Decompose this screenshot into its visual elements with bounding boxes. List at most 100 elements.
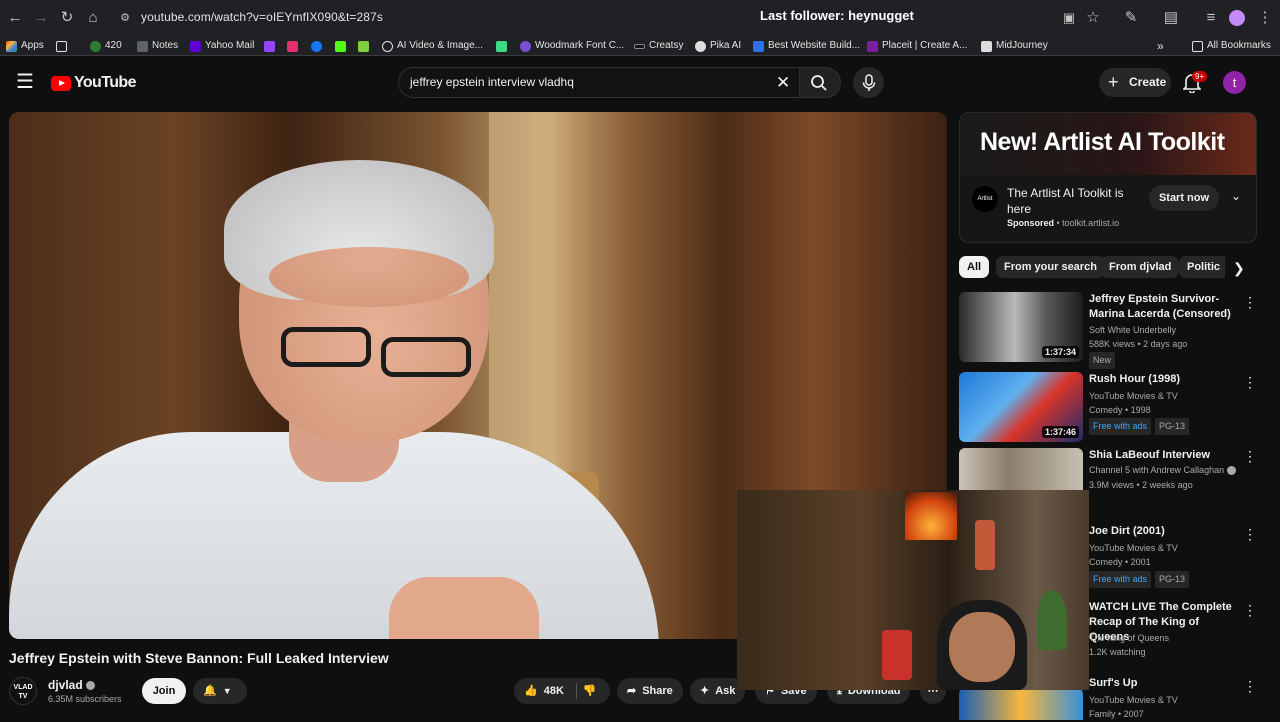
extensions-icon[interactable]: ✎ <box>1122 9 1140 27</box>
join-button[interactable]: Join <box>142 678 186 704</box>
bookmark-apps[interactable]: Apps <box>6 39 44 53</box>
bookmark-yahoo-mail[interactable]: Yahoo Mail <box>190 39 254 53</box>
back-icon[interactable]: ← <box>6 9 24 27</box>
bookmark-placeit[interactable]: Placeit | Create A... <box>867 39 967 53</box>
rating-badge: PG-13 <box>1155 418 1190 435</box>
folder-icon <box>1192 40 1203 52</box>
chair-red <box>882 630 912 680</box>
bookmark-green-app[interactable] <box>496 39 507 53</box>
divider <box>575 683 577 699</box>
bookmark-grid[interactable] <box>56 39 67 53</box>
recommendation-channel[interactable]: The King of Queens <box>1089 631 1169 646</box>
menu-dots-icon[interactable]: ⋮ <box>1256 9 1274 27</box>
chip-from-djvlad[interactable]: From djvlad <box>1101 256 1180 278</box>
free-with-ads-badge: Free with ads <box>1089 571 1152 588</box>
bookmark-kick[interactable] <box>335 39 346 53</box>
like-count[interactable]: 48K <box>544 678 564 704</box>
sparkle-icon: ✦ <box>700 685 710 697</box>
bookmark-instagram[interactable] <box>287 39 298 53</box>
video-thumbnail[interactable] <box>959 688 1083 720</box>
bookmark-creatsy[interactable]: Creatsy <box>634 39 683 53</box>
recommendation-channel[interactable]: YouTube Movies & TV <box>1089 693 1178 708</box>
tab-search-icon[interactable]: ▤ <box>1162 9 1180 27</box>
recommendation-title[interactable]: Rush Hour (1998) <box>1089 372 1239 387</box>
subscriber-count: 6.35M subscribers <box>48 694 122 704</box>
ad-cta-button[interactable]: Start now <box>1149 185 1219 211</box>
more-actions-icon[interactable]: ⋮ <box>1243 448 1257 465</box>
recommendation-item[interactable]: 1:37:34 Jeffrey Epstein Survivor-Marina … <box>959 292 1259 369</box>
bookmark-pika[interactable]: Pika AI <box>695 39 741 53</box>
video-thumbnail[interactable] <box>959 448 1083 490</box>
share-button[interactable]: ➦ Share <box>617 678 683 704</box>
channel-avatar[interactable]: VLAD TV <box>9 677 37 705</box>
bookmark-all[interactable]: All Bookmarks <box>1192 39 1271 53</box>
recommendation-title[interactable]: Joe Dirt (2001) <box>1089 524 1239 539</box>
bookmarks-overflow-icon[interactable]: » <box>1157 39 1164 53</box>
thumbs-down-icon[interactable]: 👎 <box>583 678 597 704</box>
recommendation-channel[interactable]: Soft White Underbelly <box>1089 323 1176 338</box>
chevron-down-icon: ▼ <box>222 686 232 696</box>
bookmark-twitch[interactable] <box>264 39 275 53</box>
openai-icon <box>382 40 393 52</box>
bookmark-midjourney[interactable]: MidJourney <box>981 39 1048 53</box>
forward-icon[interactable]: → <box>32 9 50 27</box>
kick-icon <box>335 40 346 52</box>
ad-title[interactable]: The Artlist AI Toolkit is here <box>1007 185 1137 217</box>
clear-search-icon[interactable]: ✕ <box>776 73 790 93</box>
search-input[interactable]: jeffrey epstein interview vladhq <box>410 75 574 89</box>
recommendation-channel[interactable]: Channel 5 with Andrew Callaghan <box>1089 463 1236 478</box>
recommendation-title[interactable]: Shia LaBeouf Interview <box>1089 448 1239 463</box>
channel-name[interactable]: djvlad <box>48 678 96 692</box>
profile-icon[interactable] <box>1229 10 1245 26</box>
sponsored-ad-card[interactable]: New! Artlist AI Toolkit Artlist The Artl… <box>959 112 1257 243</box>
recommendation-channel[interactable]: YouTube Movies & TV <box>1089 541 1178 556</box>
chevron-down-icon[interactable]: ⌄ <box>1231 189 1241 203</box>
video-thumbnail[interactable]: 1:37:34 <box>959 292 1083 362</box>
subject-glasses-right <box>381 337 471 377</box>
bookmark-website-builder[interactable]: Best Website Build... <box>753 39 860 53</box>
video-duration: 1:37:34 <box>1041 346 1079 358</box>
bookmark-d[interactable] <box>358 39 369 53</box>
chip-politics[interactable]: Politic <box>1179 256 1225 278</box>
recommendation-meta: Comedy • 1998 <box>1089 405 1151 415</box>
pika-icon <box>695 40 706 52</box>
more-actions-icon[interactable]: ⋮ <box>1243 526 1257 543</box>
thumbs-up-icon[interactable]: 👍 <box>524 678 538 704</box>
site-info-icon[interactable]: ⚙ <box>116 9 134 27</box>
twitch-icon <box>264 40 275 52</box>
video-thumbnail[interactable]: 1:37:46 <box>959 372 1083 442</box>
recommendation-item[interactable]: Shia LaBeouf Interview Channel 5 with An… <box>959 448 1259 490</box>
home-icon[interactable]: ⌂ <box>84 9 102 27</box>
ad-banner-text: New! Artlist AI Toolkit <box>980 128 1225 156</box>
more-actions-icon[interactable]: ⋮ <box>1243 602 1257 619</box>
chip-from-your-search[interactable]: From your search <box>996 256 1105 278</box>
recommendation-title[interactable]: Surf's Up <box>1089 676 1239 691</box>
bookmark-420[interactable]: 420 <box>90 39 122 53</box>
artlist-logo: Artlist <box>972 186 998 212</box>
bookmark-woodmark[interactable]: Woodmark Font C... <box>520 39 624 53</box>
more-actions-icon[interactable]: ⋮ <box>1243 374 1257 391</box>
install-app-icon[interactable]: ▣ <box>1060 9 1078 27</box>
hamburger-menu-icon[interactable]: ☰ <box>16 72 34 92</box>
more-actions-icon[interactable]: ⋮ <box>1243 678 1257 695</box>
bookmark-notes[interactable]: Notes <box>137 39 178 53</box>
recommendation-item[interactable]: 1:37:46 Rush Hour (1998) YouTube Movies … <box>959 372 1259 444</box>
bookmark-star-icon[interactable]: ☆ <box>1084 9 1102 27</box>
subscription-bell-button[interactable]: 🔔 ▼ <box>193 678 247 704</box>
youtube-logo[interactable]: YouTube <box>51 74 136 92</box>
create-button[interactable]: + Create <box>1099 68 1171 97</box>
chevron-right-icon[interactable]: ❯ <box>1233 260 1245 277</box>
bookmark-ai-video[interactable]: AI Video & Image... <box>382 39 483 53</box>
reload-icon[interactable]: ↻ <box>58 9 76 27</box>
stream-overlay-last-follower: Last follower: heynugget <box>760 8 914 23</box>
url-text[interactable]: youtube.com/watch?v=oIEYmfIX090&t=287s <box>141 10 383 24</box>
plus-icon: + <box>1108 72 1119 92</box>
reading-list-icon[interactable]: ≡ <box>1202 9 1220 27</box>
account-avatar[interactable]: t <box>1223 71 1246 94</box>
more-actions-icon[interactable]: ⋮ <box>1243 294 1257 311</box>
bookmark-facebook[interactable] <box>311 39 322 53</box>
verified-icon <box>86 681 96 691</box>
chip-all[interactable]: All <box>959 256 990 278</box>
recommendation-title[interactable]: Jeffrey Epstein Survivor-Marina Lacerda … <box>1089 292 1239 322</box>
recommendation-channel[interactable]: YouTube Movies & TV <box>1089 389 1178 404</box>
